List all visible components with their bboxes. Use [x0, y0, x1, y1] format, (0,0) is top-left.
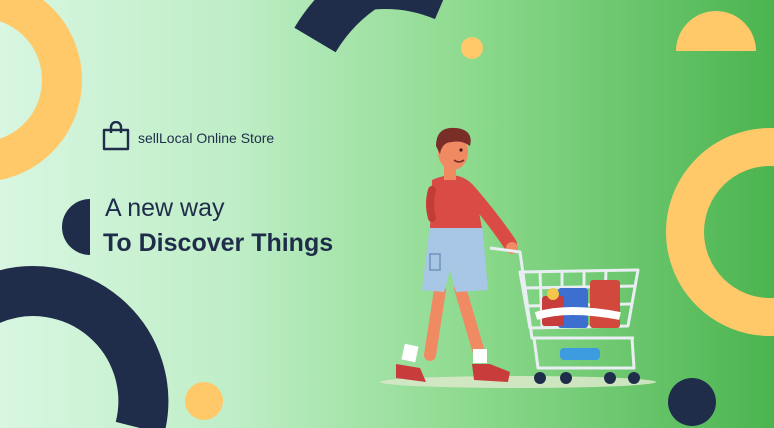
- yellow-dot-top: [461, 37, 483, 59]
- shorts: [422, 224, 488, 292]
- yellow-dot-bottom: [185, 382, 223, 420]
- tagline: A new way: [105, 194, 225, 222]
- navy-dot-bottom-right: [668, 378, 716, 426]
- yellow-ring-top-left: [0, 0, 82, 180]
- yellow-half-circle-top-right: [676, 11, 756, 51]
- shopping-bag-icon: [102, 120, 130, 156]
- headline: To Discover Things: [103, 229, 334, 257]
- navy-arc-bottom-left: [0, 266, 169, 428]
- cart-item-red-bag: [590, 280, 620, 328]
- yellow-ring-right: [666, 128, 774, 336]
- brand-name: sellLocal Online Store: [138, 130, 275, 146]
- cart-wheel: [534, 372, 546, 384]
- hero-banner: sellLocal Online Store A new way To Disc…: [0, 0, 774, 428]
- cart-item-bottle: [560, 348, 600, 360]
- brand[interactable]: sellLocal Online Store: [102, 120, 275, 156]
- shopper-illustration: [380, 127, 656, 388]
- navy-half-circle-left: [62, 199, 90, 255]
- right-shoe: [472, 364, 510, 382]
